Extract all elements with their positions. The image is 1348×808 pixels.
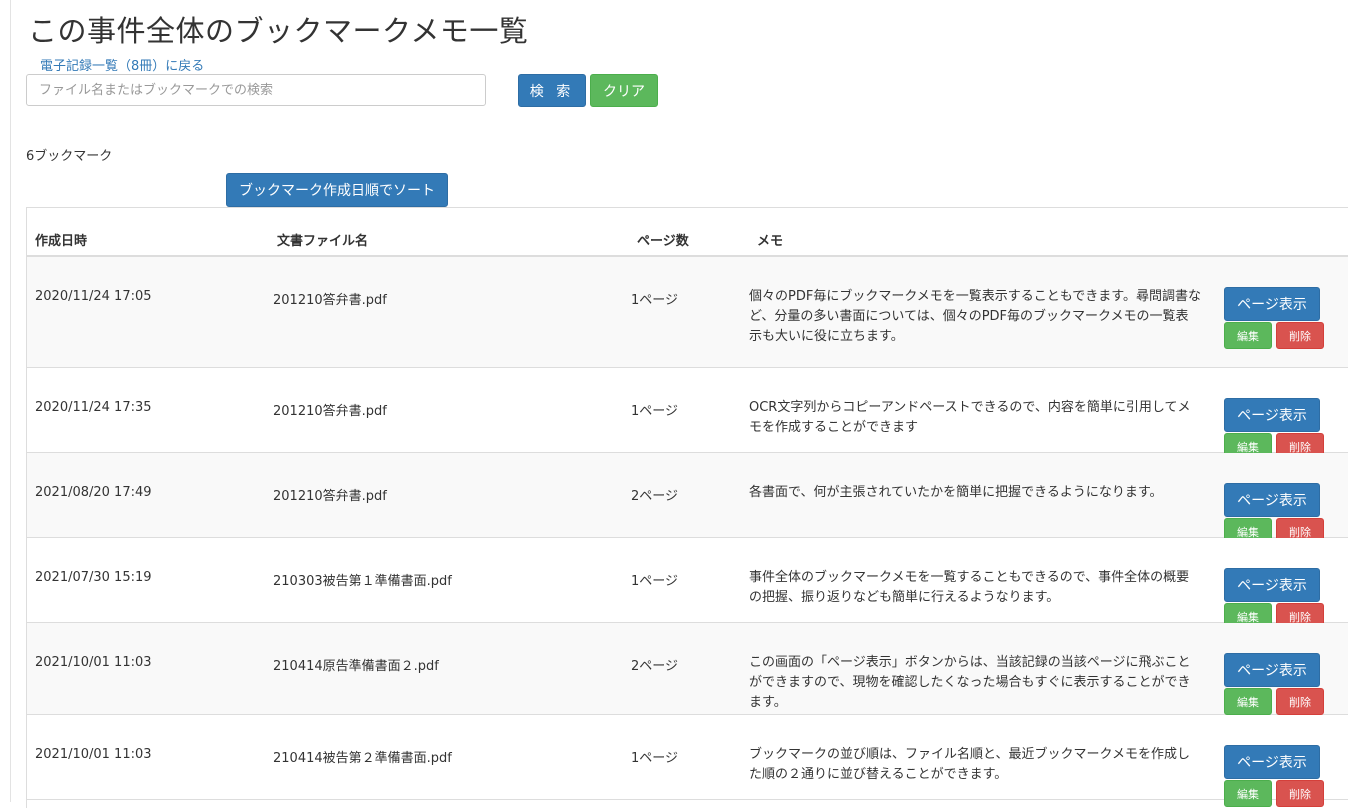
page-count-cell: 1ページ (631, 293, 679, 308)
page-title: この事件全体のブックマークメモ一覧 (28, 14, 529, 48)
page-count-cell: 1ページ (631, 574, 679, 589)
column-header-pages: ページ数 (637, 234, 689, 249)
left-divider (10, 0, 11, 802)
column-header-created: 作成日時 (35, 234, 88, 249)
file-name-cell: 210414原告準備書面２.pdf (273, 659, 439, 674)
column-header-file: 文書ファイル名 (277, 234, 369, 249)
created-cell: 2020/11/24 17:35 (35, 400, 152, 415)
created-cell: 2021/07/30 15:19 (35, 570, 152, 585)
memo-cell: 事件全体のブックマークメモを一覧することもできるので、事件全体の概要の把握、振り… (749, 570, 1190, 605)
sort-by-date-button[interactable]: ブックマーク作成日順でソート (226, 173, 448, 207)
page-count-cell: 2ページ (631, 659, 679, 674)
memo-cell: 各書面で、何が主張されていたかを簡単に把握できるようになります。 (749, 485, 1163, 500)
edit-button[interactable]: 編集 (1224, 780, 1272, 807)
bookmark-table: 作成日時 文書ファイル名 ページ数 メモ 2020/11/24 17:05 20… (26, 207, 1348, 808)
page-count-cell: 1ページ (631, 404, 679, 419)
edit-button[interactable]: 編集 (1224, 688, 1272, 715)
page-count-cell: 2ページ (631, 489, 679, 504)
delete-button[interactable]: 削除 (1276, 780, 1324, 807)
view-page-button[interactable]: ページ表示 (1224, 568, 1320, 602)
file-name-cell: 201210答弁書.pdf (273, 293, 387, 308)
created-cell: 2021/08/20 17:49 (35, 485, 152, 500)
delete-button[interactable]: 削除 (1276, 688, 1324, 715)
view-page-button[interactable]: ページ表示 (1224, 398, 1320, 432)
column-header-memo: メモ (757, 234, 784, 249)
page-count-cell: 1ページ (631, 751, 679, 766)
view-page-button[interactable]: ページ表示 (1224, 483, 1320, 517)
table-row: 2021/08/20 17:49 201210答弁書.pdf 2ページ 各書面で… (27, 453, 1348, 545)
view-page-button[interactable]: ページ表示 (1224, 653, 1320, 687)
back-link[interactable]: 電子記録一覧（8冊）に戻る (40, 55, 204, 74)
created-cell: 2021/10/01 11:03 (35, 747, 152, 762)
clear-button[interactable]: クリア (590, 74, 658, 107)
table-row: 2021/07/30 15:19 210303被告第１準備書面.pdf 1ページ… (27, 538, 1348, 630)
table-row: 2020/11/24 17:35 201210答弁書.pdf 1ページ OCR文… (27, 368, 1348, 460)
created-cell: 2021/10/01 11:03 (35, 655, 152, 670)
table-row: 2020/11/24 17:05 201210答弁書.pdf 1ページ 個々のP… (27, 257, 1348, 368)
view-page-button[interactable]: ページ表示 (1224, 745, 1320, 779)
delete-button[interactable]: 削除 (1276, 322, 1324, 349)
memo-cell: この画面の「ページ表示」ボタンからは、当該記録の当該ページに飛ぶことができますの… (749, 655, 1191, 710)
search-button[interactable]: 検 索 (518, 74, 586, 107)
memo-cell: ブックマークの並び順は、ファイル名順と、最近ブックマークメモを作成した順の２通り… (749, 747, 1190, 782)
table-row: 2021/10/01 11:03 210414被告第２準備書面.pdf 1ページ… (27, 715, 1348, 807)
edit-button[interactable]: 編集 (1224, 322, 1272, 349)
memo-cell: OCR文字列からコピーアンドペーストできるので、内容を簡単に引用してメモを作成す… (749, 400, 1191, 435)
view-page-button[interactable]: ページ表示 (1224, 287, 1320, 321)
table-row: 2021/10/01 11:03 210414原告準備書面２.pdf 2ページ … (27, 623, 1348, 715)
created-cell: 2020/11/24 17:05 (35, 289, 152, 304)
file-name-cell: 201210答弁書.pdf (273, 404, 387, 419)
bookmark-count: 6ブックマーク (26, 149, 113, 164)
memo-cell: 個々のPDF毎にブックマークメモを一覧表示することもできます。尋問調書など、分量… (749, 289, 1201, 344)
search-input[interactable] (26, 74, 486, 106)
file-name-cell: 210303被告第１準備書面.pdf (273, 574, 452, 589)
file-name-cell: 210414被告第２準備書面.pdf (273, 751, 452, 766)
file-name-cell: 201210答弁書.pdf (273, 489, 387, 504)
